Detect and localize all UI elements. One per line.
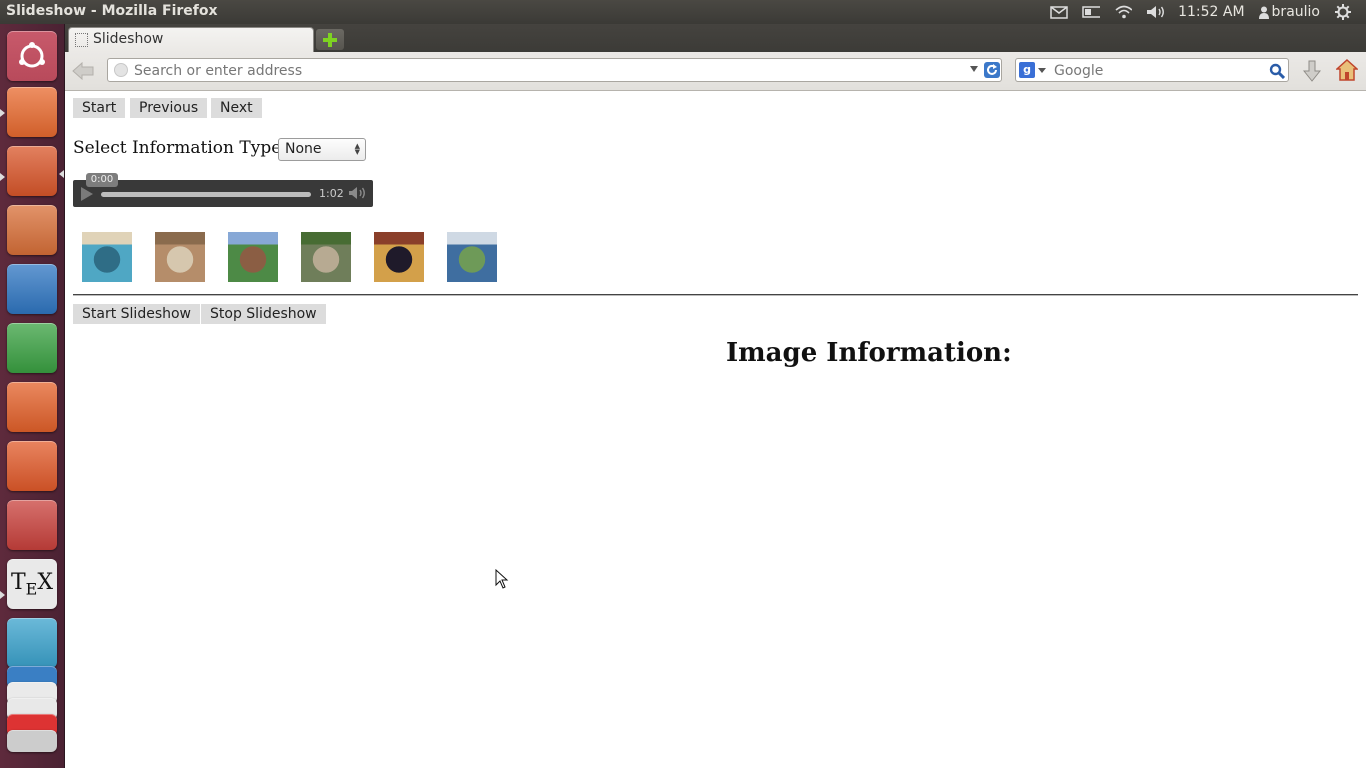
files-icon[interactable]	[7, 87, 57, 137]
tab-slideshow[interactable]: Slideshow	[68, 27, 314, 52]
back-button[interactable]	[71, 60, 95, 82]
launcher-stacked-item[interactable]	[7, 730, 57, 752]
audio-player: 0:00 1:02	[73, 173, 373, 207]
page-content: Start Previous Next Select Information T…	[65, 91, 1366, 768]
user-menu[interactable]: braulio	[1258, 4, 1320, 20]
next-button[interactable]: Next	[211, 98, 262, 118]
mouse-pointer-icon	[495, 569, 509, 589]
workspace-switcher-icon[interactable]	[7, 618, 57, 668]
information-type-label: Select Information Type:	[73, 138, 288, 158]
thumbnail-basketball-court[interactable]	[374, 232, 424, 282]
firefox-icon[interactable]	[7, 146, 57, 196]
search-engine-icon[interactable]: g	[1019, 62, 1035, 78]
url-history-dropdown-icon[interactable]	[970, 66, 978, 72]
plus-icon	[323, 32, 337, 47]
previous-button[interactable]: Previous	[130, 98, 208, 118]
search-bar[interactable]: g	[1015, 58, 1289, 82]
impress-icon[interactable]	[7, 205, 57, 255]
top-panel: Slideshow - Mozilla Firefox 11:52 AM bra…	[0, 0, 1366, 24]
calc-icon[interactable]	[7, 323, 57, 373]
clock[interactable]: 11:52 AM	[1178, 4, 1244, 20]
ubuntu-one-icon[interactable]	[7, 441, 57, 491]
thumbnail-stadium-aerial[interactable]	[301, 232, 351, 282]
ubuntu-dash-icon[interactable]	[7, 31, 57, 81]
divider	[73, 294, 1358, 296]
magnifier-icon	[1269, 63, 1285, 79]
information-type-select[interactable]: None ▲ ▼	[278, 138, 366, 161]
home-button[interactable]	[1335, 58, 1359, 82]
home-icon	[1336, 59, 1358, 81]
reload-icon	[987, 64, 997, 75]
window-title: Slideshow - Mozilla Firefox	[6, 3, 218, 19]
search-button[interactable]	[1268, 62, 1285, 79]
launcher: TEX	[0, 24, 65, 768]
page-favicon-icon	[75, 33, 88, 47]
select-spinner-icon: ▲ ▼	[354, 142, 360, 156]
system-settings-icon[interactable]	[7, 500, 57, 550]
information-type-selected: None	[285, 141, 322, 157]
audio-seek-bar[interactable]	[101, 192, 311, 197]
thumbnail-tennis-courts[interactable]	[447, 232, 497, 282]
downloads-button[interactable]	[1301, 59, 1323, 83]
software-center-icon[interactable]	[7, 382, 57, 432]
tab-label: Slideshow	[93, 31, 164, 47]
search-engine-dropdown-icon[interactable]	[1038, 68, 1046, 73]
thumbnail-pool[interactable]	[82, 232, 132, 282]
running-indicator	[0, 173, 5, 181]
new-tab-button[interactable]	[316, 29, 344, 50]
reload-button[interactable]	[984, 62, 1000, 78]
texmaker-icon[interactable]: TEX	[7, 559, 57, 609]
wifi-icon[interactable]	[1114, 4, 1133, 20]
user-icon	[1258, 6, 1269, 19]
system-tray: 11:52 AM braulio	[1050, 0, 1366, 24]
play-icon[interactable]	[81, 187, 93, 201]
audio-current-time: 0:00	[86, 173, 118, 187]
session-gear-icon[interactable]	[1334, 4, 1352, 20]
back-arrow-icon	[72, 62, 94, 80]
running-indicator	[0, 109, 5, 117]
url-input[interactable]	[132, 60, 966, 82]
writer-icon[interactable]	[7, 264, 57, 314]
start-button[interactable]: Start	[73, 98, 126, 118]
mail-icon[interactable]	[1050, 4, 1068, 20]
stop-slideshow-button[interactable]: Stop Slideshow	[201, 304, 326, 324]
download-arrow-icon	[1303, 60, 1321, 82]
navigation-toolbar: g	[65, 52, 1366, 91]
user-name: braulio	[1271, 4, 1320, 20]
search-input[interactable]	[1052, 60, 1261, 82]
volume-icon[interactable]	[348, 185, 366, 201]
focused-indicator	[59, 170, 64, 178]
url-bar[interactable]	[107, 58, 1002, 82]
thumbnail-arena-interior[interactable]	[155, 232, 205, 282]
running-indicator	[0, 591, 5, 599]
tab-bar: Slideshow	[65, 24, 1366, 52]
audio-duration: 1:02	[319, 187, 344, 200]
battery-icon[interactable]	[1082, 4, 1101, 20]
start-slideshow-button[interactable]: Start Slideshow	[73, 304, 200, 324]
thumbnail-stadium-field[interactable]	[228, 232, 278, 282]
volume-icon[interactable]	[1146, 4, 1165, 20]
image-information-heading: Image Information:	[726, 338, 1012, 368]
site-identity-icon[interactable]	[114, 63, 128, 77]
